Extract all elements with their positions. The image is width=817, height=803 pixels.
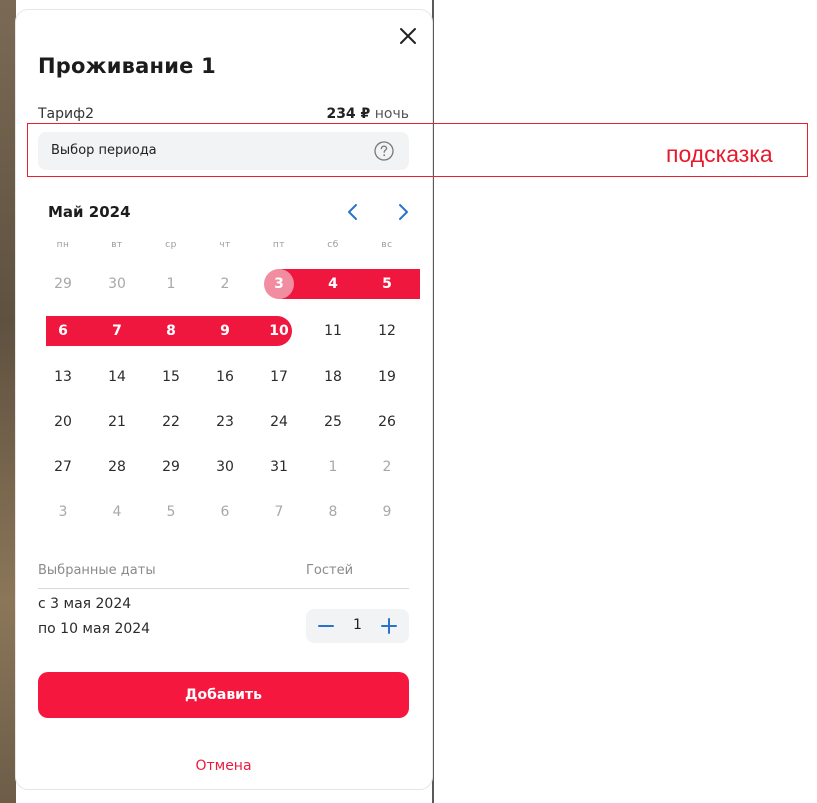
calendar-week: 20 21 22 23 24 25 26 — [36, 407, 416, 447]
weekday-label: чт — [219, 240, 231, 250]
selected-dates-label: Выбранные даты — [38, 563, 156, 578]
calendar-day-selected[interactable]: 8 — [144, 316, 198, 346]
calendar-day[interactable]: 11 — [306, 316, 360, 346]
next-month-button[interactable] — [392, 200, 414, 224]
calendar-day[interactable]: 8 — [306, 497, 360, 527]
prev-month-button[interactable] — [342, 200, 364, 224]
weekday-label: сб — [327, 240, 339, 250]
close-button[interactable] — [396, 24, 420, 48]
calendar-day-selected-start[interactable]: 3 — [252, 269, 306, 299]
calendar-day[interactable]: 22 — [144, 407, 198, 437]
plus-icon — [381, 618, 397, 634]
calendar-day-selected[interactable]: 9 — [198, 316, 252, 346]
chevron-left-icon — [348, 204, 357, 220]
calendar-day[interactable]: 27 — [36, 452, 90, 482]
calendar-day-selected[interactable]: 6 — [36, 316, 90, 346]
calendar-day-selected[interactable]: 7 — [90, 316, 144, 346]
calendar-day[interactable]: 30 — [90, 269, 144, 299]
calendar-week: 13 14 15 16 17 18 19 — [36, 362, 416, 402]
calendar-day-selected[interactable]: 4 — [306, 269, 360, 299]
calendar-day-selected-end[interactable]: 10 — [252, 316, 306, 346]
month-label: Май 2024 — [48, 203, 131, 221]
weekday-label: пн — [56, 240, 70, 250]
calendar-day[interactable]: 30 — [198, 452, 252, 482]
date-to: по 10 мая 2024 — [38, 621, 151, 637]
calendar-day[interactable]: 14 — [90, 362, 144, 392]
calendar-day[interactable]: 12 — [360, 316, 414, 346]
hint-annotation-text: подсказка — [666, 141, 773, 167]
guests-stepper: 1 — [306, 609, 409, 643]
cancel-button[interactable]: Отмена — [38, 758, 409, 774]
background-left-strip — [0, 0, 16, 803]
calendar-day[interactable]: 25 — [306, 407, 360, 437]
calendar-day[interactable]: 18 — [306, 362, 360, 392]
guests-label: Гостей — [306, 563, 354, 578]
calendar-day-selected[interactable]: 5 — [360, 269, 414, 299]
add-button[interactable]: Добавить — [38, 672, 409, 718]
minus-icon — [318, 625, 334, 627]
calendar-week: 3 4 5 6 7 8 9 — [36, 497, 416, 537]
weekday-header: пн вт ср чт пт сб вс — [36, 240, 416, 260]
calendar-day[interactable]: 31 — [252, 452, 306, 482]
weekday-label: вт — [111, 240, 123, 250]
increase-guests-button[interactable] — [374, 611, 404, 641]
date-from: с 3 мая 2024 — [38, 596, 132, 612]
calendar-day[interactable]: 19 — [360, 362, 414, 392]
calendar-day[interactable]: 29 — [144, 452, 198, 482]
calendar-week: 29 30 1 2 3 4 5 — [36, 269, 420, 309]
calendar-day[interactable]: 28 — [90, 452, 144, 482]
summary-divider — [38, 588, 409, 589]
calendar-day[interactable]: 26 — [360, 407, 414, 437]
dialog-title: Проживание 1 — [38, 54, 216, 78]
calendar-day[interactable]: 23 — [198, 407, 252, 437]
calendar-day[interactable]: 1 — [144, 269, 198, 299]
close-icon — [400, 28, 416, 44]
weekday-label: пт — [272, 240, 286, 250]
tariff-price: 234 ₽ ночь — [326, 106, 409, 122]
calendar-day[interactable]: 9 — [360, 497, 414, 527]
tariff-name: Тариф2 — [38, 106, 94, 122]
calendar-day[interactable]: 2 — [360, 452, 414, 482]
calendar-day[interactable]: 3 — [36, 497, 90, 527]
calendar-day[interactable]: 21 — [90, 407, 144, 437]
calendar-week: 6 7 8 9 10 11 12 — [36, 316, 416, 356]
calendar-day[interactable]: 15 — [144, 362, 198, 392]
calendar-day[interactable]: 4 — [90, 497, 144, 527]
price-unit: ночь — [374, 106, 409, 122]
decrease-guests-button[interactable] — [311, 611, 341, 641]
guests-count: 1 — [353, 617, 362, 633]
weekday-label: ср — [165, 240, 177, 250]
background-right-edge — [432, 0, 434, 803]
calendar-day[interactable]: 13 — [36, 362, 90, 392]
calendar-day[interactable]: 17 — [252, 362, 306, 392]
weekday-label: вс — [381, 240, 393, 250]
calendar-day[interactable]: 5 — [144, 497, 198, 527]
calendar-day[interactable]: 2 — [198, 269, 252, 299]
calendar-day[interactable]: 6 — [198, 497, 252, 527]
calendar-day[interactable]: 1 — [306, 452, 360, 482]
calendar-day[interactable]: 20 — [36, 407, 90, 437]
price-amount: 234 ₽ — [326, 106, 371, 122]
chevron-right-icon — [399, 204, 408, 220]
calendar-day[interactable]: 7 — [252, 497, 306, 527]
calendar-day[interactable]: 29 — [36, 269, 90, 299]
calendar-day[interactable]: 24 — [252, 407, 306, 437]
calendar-week: 27 28 29 30 31 1 2 — [36, 452, 416, 492]
calendar-day[interactable]: 16 — [198, 362, 252, 392]
